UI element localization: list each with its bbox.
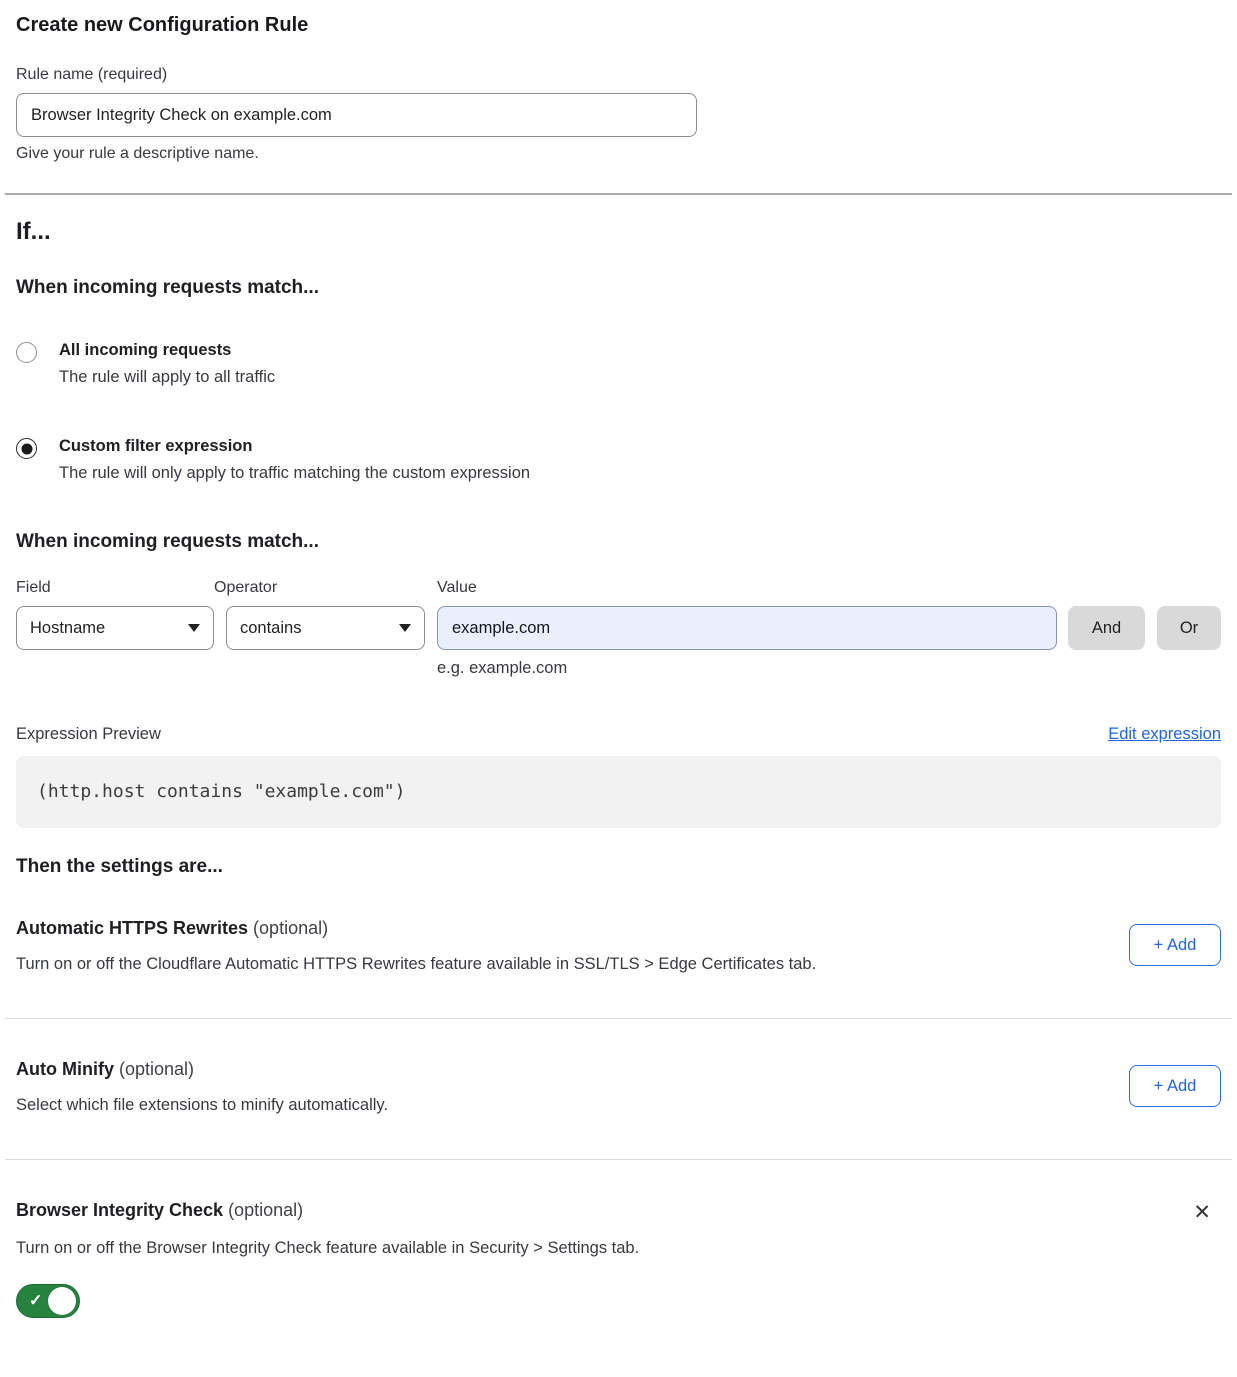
then-heading: Then the settings are... [16,856,1221,878]
section-divider [5,193,1232,195]
setting-browser-integrity-check: Browser Integrity Check(optional) ✕ Turn… [16,1200,1221,1318]
radio-option-custom-filter[interactable]: Custom filter expression The rule will o… [16,437,1221,483]
radio-custom-filter-description: The rule will only apply to traffic matc… [59,464,530,483]
setting-title-group: Browser Integrity Check(optional) [16,1200,303,1221]
setting-description: Turn on or off the Browser Integrity Che… [16,1239,1221,1258]
setting-optional-tag: (optional) [119,1059,194,1079]
expression-preview-header: Expression Preview Edit expression [16,725,1221,744]
setting-optional-tag: (optional) [228,1200,303,1220]
and-button[interactable]: And [1068,606,1145,650]
setting-optional-tag: (optional) [253,918,328,938]
rule-name-helper: Give your rule a descriptive name. [16,145,1221,163]
add-auto-minify-button[interactable]: + Add [1129,1065,1221,1107]
filter-heading: When incoming requests match... [16,531,1221,553]
setting-description: Turn on or off the Cloudflare Automatic … [16,955,816,974]
setting-title-group: Auto Minify(optional) Select which file … [16,1059,388,1115]
setting-title: Automatic HTTPS Rewrites [16,918,248,938]
value-label: Value [437,579,1057,597]
field-select-value: Hostname [30,619,105,638]
setting-automatic-https-rewrites: Automatic HTTPS Rewrites(optional) Turn … [16,918,1221,974]
chevron-down-icon [188,624,200,632]
field-label: Field [16,579,214,597]
radio-option-all-requests[interactable]: All incoming requests The rule will appl… [16,341,1221,387]
create-configuration-rule-form: Create new Configuration Rule Rule name … [0,14,1237,1338]
radio-all-requests[interactable] [16,342,37,363]
if-heading: If... [16,218,1221,246]
setting-title: Browser Integrity Check [16,1200,223,1220]
check-icon: ✓ [29,1291,42,1311]
match-heading: When incoming requests match... [16,277,1221,299]
section-divider [5,1159,1232,1160]
page-title: Create new Configuration Rule [16,14,1221,37]
chevron-down-icon [399,624,411,632]
browser-integrity-check-toggle[interactable]: ✓ [16,1284,80,1318]
close-icon[interactable]: ✕ [1193,1202,1211,1223]
value-column: Value [437,579,1057,650]
radio-all-requests-label: All incoming requests [59,341,275,360]
expression-preview-code: (http.host contains "example.com") [16,756,1221,828]
expression-preview-label: Expression Preview [16,725,161,744]
edit-expression-link[interactable]: Edit expression [1108,725,1221,744]
rule-name-label: Rule name (required) [16,66,1221,84]
radio-custom-filter[interactable] [16,438,37,459]
radio-custom-filter-label: Custom filter expression [59,437,530,456]
operator-select-value: contains [240,619,301,638]
radio-all-requests-description: The rule will apply to all traffic [59,368,275,387]
value-input[interactable] [437,606,1057,650]
section-divider [5,1018,1232,1019]
rule-name-input[interactable] [16,93,697,137]
add-automatic-https-rewrites-button[interactable]: + Add [1129,924,1221,966]
setting-description: Select which file extensions to minify a… [16,1096,388,1115]
operator-select[interactable]: contains [226,606,425,650]
field-column: Field Hostname [16,579,214,650]
operator-label: Operator [214,579,425,597]
setting-auto-minify: Auto Minify(optional) Select which file … [16,1059,1221,1115]
field-select[interactable]: Hostname [16,606,214,650]
toggle-knob [48,1287,76,1315]
or-button[interactable]: Or [1157,606,1221,650]
setting-title: Auto Minify [16,1059,114,1079]
setting-title-group: Automatic HTTPS Rewrites(optional) Turn … [16,918,816,974]
value-helper: e.g. example.com [437,659,1221,678]
operator-column: Operator contains [214,579,425,650]
filter-builder-row: Field Hostname Operator contains Value A… [16,579,1221,650]
